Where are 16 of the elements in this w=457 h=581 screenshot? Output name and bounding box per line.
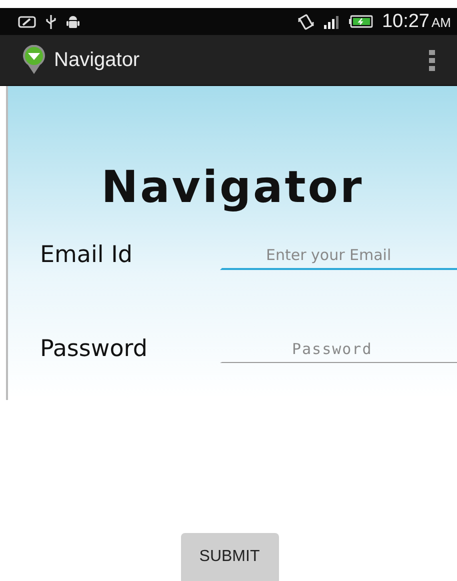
clock: 10:27 AM (382, 10, 451, 32)
usb-icon (45, 14, 57, 30)
submit-button[interactable]: SUBMIT (180, 533, 278, 581)
signal-icon (324, 14, 340, 28)
field-label: Email Id (40, 242, 134, 270)
email-field[interactable]: Enter your Email (220, 246, 457, 270)
overflow-menu-icon[interactable] (427, 48, 437, 72)
map-pin-icon (22, 45, 46, 75)
heading: Navigator (100, 166, 365, 210)
android-icon (66, 14, 80, 30)
edit-icon (18, 16, 36, 28)
field-label: Password (40, 336, 148, 364)
password-field[interactable]: Password (220, 340, 457, 364)
vibrate-icon (296, 14, 315, 30)
app-title: Navigator (54, 48, 140, 72)
battery-icon (348, 15, 373, 28)
